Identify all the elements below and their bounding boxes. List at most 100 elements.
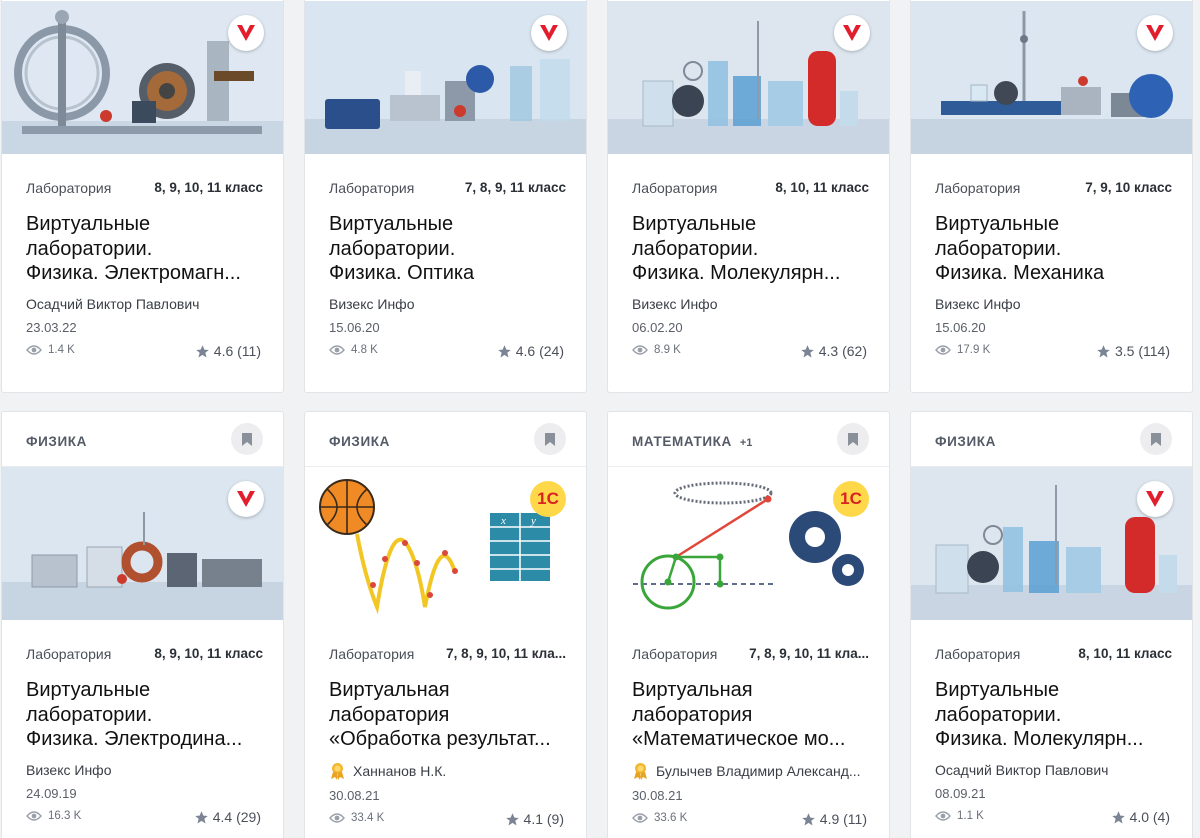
resource-type: Лаборатория [632,646,718,662]
grade-label: 8, 9, 10, 11 класс [154,646,263,661]
card-title[interactable]: Виртуальные лаборатории. Физика. Электро… [26,678,261,752]
card-title[interactable]: Виртуальные лаборатории. Физика. Электро… [26,212,261,286]
eye-icon [329,345,345,355]
resource-type: Лаборатория [26,180,112,196]
author-name[interactable]: Ханнанов Н.К. [329,762,566,780]
course-card[interactable]: Лаборатория 8, 9, 10, 11 класс Виртуальн… [1,0,284,393]
author-name[interactable]: Визекс Инфо [329,296,566,312]
course-card[interactable]: Лаборатория 7, 8, 9, 11 класс Виртуальны… [304,0,587,393]
bookmark-button[interactable] [534,423,566,455]
grade-label: 8, 10, 11 класс [775,180,869,195]
grade-label: 7, 8, 9, 11 класс [464,180,566,195]
grade-label: 8, 10, 11 класс [1078,646,1172,661]
star-icon [195,810,208,823]
card-title[interactable]: Виртуальные лаборатории. Физика. Молекул… [632,212,867,286]
views-count: 8.9 K [632,344,681,356]
rating: 4.4 (29) [194,809,261,825]
views-count: 33.4 K [329,812,384,824]
card-thumbnail[interactable] [2,467,283,620]
eye-icon [935,811,951,821]
author-name[interactable]: Осадчий Виктор Павлович [26,296,263,312]
views-count: 33.6 K [632,812,687,824]
publish-date: 08.09.21 [935,786,986,801]
vizex-logo-icon [531,15,567,51]
bookmark-button[interactable] [1140,423,1172,455]
subject-label[interactable]: ФИЗИКА [26,434,95,449]
card-thumbnail[interactable] [2,1,283,154]
eye-icon [329,813,345,823]
vizex-logo-icon [1137,481,1173,517]
card-thumbnail[interactable] [305,1,586,154]
resource-type: Лаборатория [26,646,112,662]
publish-date: 30.08.21 [632,788,683,803]
svg-text:y: y [530,515,536,527]
bookmark-button[interactable] [231,423,263,455]
rating: 4.3 (62) [800,343,867,359]
course-card[interactable]: ФИЗИКА Лаборатория 8, 10, 11 класс Вирту… [910,411,1193,838]
rating: 4.6 (24) [497,343,564,359]
star-icon [196,344,209,357]
bookmark-button[interactable] [837,423,869,455]
grade-label: 8, 9, 10, 11 класс [154,180,263,195]
rating: 4.6 (11) [195,343,261,359]
card-thumbnail[interactable]: x y 1С [305,467,586,620]
publish-date: 15.06.20 [935,320,986,335]
course-card[interactable]: Лаборатория 7, 9, 10 класс Виртуальные л… [910,0,1193,393]
star-icon [1111,810,1125,823]
card-title[interactable]: Виртуальная лаборатория «Математическое … [632,678,867,752]
publish-date: 06.02.20 [632,320,683,335]
resource-type: Лаборатория [935,180,1021,196]
card-thumbnail[interactable] [911,1,1192,154]
views-count: 1.1 K [935,810,984,822]
vizex-logo-icon [1137,15,1173,51]
author-name[interactable]: Осадчий Виктор Павлович [935,762,1172,778]
card-thumbnail[interactable] [911,467,1192,620]
author-name[interactable]: Визекс Инфо [632,296,869,312]
grade-label: 7, 8, 9, 10, 11 кла... [446,646,566,661]
award-icon [634,763,647,780]
author-name[interactable]: Визекс Инфо [935,296,1172,312]
course-card[interactable]: Лаборатория 8, 10, 11 класс Виртуальные … [607,0,890,393]
publish-date: 15.06.20 [329,320,380,335]
resource-type: Лаборатория [329,646,415,662]
vizex-logo-icon [834,15,870,51]
award-icon [331,763,344,780]
views-count: 16.3 K [26,810,81,822]
subject-label[interactable]: ФИЗИКА [935,434,1004,449]
bookmark-icon [545,432,555,446]
card-thumbnail[interactable]: 1С [608,467,889,620]
bookmark-icon [1151,432,1161,446]
star-icon [801,344,814,357]
course-card[interactable]: ФИЗИКА x y 1С Лаборатория 7, 8, 9, 10, 1… [304,411,587,838]
svg-text:x: x [500,515,506,527]
views-count: 17.9 K [935,344,990,356]
course-card[interactable]: МАТЕМАТИКА +1 1С Лаборатория 7, 8, 9, 10… [607,411,890,838]
star-icon [802,812,815,825]
resource-type: Лаборатория [935,646,1021,662]
course-card[interactable]: ФИЗИКА Лаборатория 8, 9, 10, 11 класс Ви… [1,411,284,838]
card-title[interactable]: Виртуальные лаборатории. Физика. Молекул… [935,678,1170,752]
publish-date: 30.08.21 [329,788,380,803]
bookmark-icon [242,432,252,446]
card-title[interactable]: Виртуальная лаборатория «Обработка резул… [329,678,564,752]
star-icon [1097,344,1110,357]
card-title[interactable]: Виртуальные лаборатории. Физика. Механик… [935,212,1170,286]
1c-logo-icon: 1С [530,481,566,517]
subject-label[interactable]: ФИЗИКА [329,434,398,449]
author-name[interactable]: Булычев Владимир Александ... [632,762,869,780]
rating: 4.1 (9) [505,811,564,827]
vizex-logo-icon [228,15,264,51]
views-count: 4.8 K [329,344,378,356]
author-name[interactable]: Визекс Инфо [26,762,263,778]
eye-icon [26,811,42,821]
star-icon [505,812,519,825]
rating: 4.0 (4) [1111,809,1170,825]
resource-type: Лаборатория [329,180,415,196]
eye-icon [935,345,951,355]
rating: 3.5 (114) [1096,343,1170,359]
views-count: 1.4 K [26,344,75,356]
eye-icon [26,345,42,355]
subject-label[interactable]: МАТЕМАТИКА +1 [632,434,752,449]
card-thumbnail[interactable] [608,1,889,154]
card-title[interactable]: Виртуальные лаборатории. Физика. Оптика [329,212,564,286]
